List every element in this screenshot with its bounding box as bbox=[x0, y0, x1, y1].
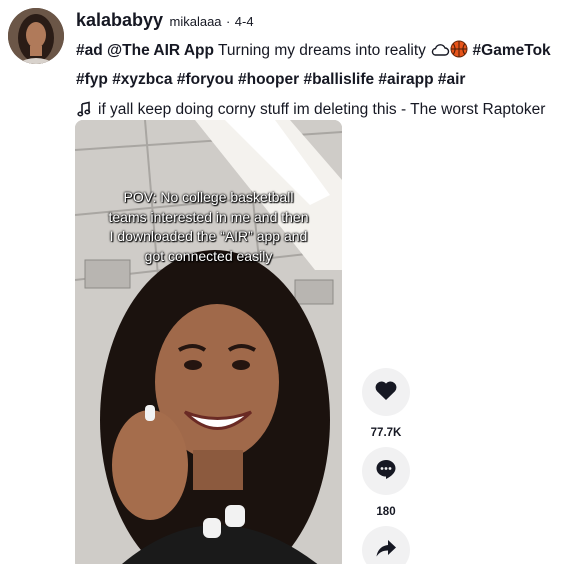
hashtag[interactable]: #airapp bbox=[378, 71, 433, 88]
share-button[interactable] bbox=[362, 526, 410, 564]
heart-icon bbox=[374, 379, 398, 406]
hashtag-gametok[interactable]: #GameTok bbox=[473, 42, 551, 59]
mention-air-app[interactable]: @The AIR App bbox=[107, 42, 214, 59]
share-action bbox=[361, 526, 411, 564]
music-title: if yall keep doing corny stuff im deleti… bbox=[98, 101, 546, 118]
comment-action: 180 bbox=[361, 447, 411, 520]
like-count: 77.7K bbox=[370, 427, 402, 439]
video-overlay-text: POV: No college basketball teams interes… bbox=[108, 189, 309, 264]
action-bar: 77.7K 180 bbox=[361, 368, 411, 564]
like-button[interactable] bbox=[362, 368, 410, 416]
hashtag[interactable]: #hooper bbox=[238, 71, 299, 88]
comment-button[interactable] bbox=[362, 447, 410, 495]
nickname[interactable]: mikalaaa bbox=[170, 14, 222, 29]
hashtag[interactable]: #fyp bbox=[76, 71, 108, 88]
hashtag[interactable]: #foryou bbox=[177, 71, 234, 88]
avatar-image bbox=[8, 8, 64, 64]
video-frame bbox=[75, 120, 342, 564]
author-line: kalababyy mikalaaa · 4-4 bbox=[76, 8, 564, 32]
separator: · bbox=[226, 14, 231, 29]
hashtag-ad[interactable]: #ad bbox=[76, 42, 103, 59]
hashtag[interactable]: #air bbox=[438, 71, 466, 88]
post-date: 4-4 bbox=[234, 14, 254, 29]
cloud-icon bbox=[430, 41, 450, 67]
avatar[interactable] bbox=[8, 8, 64, 64]
video-player[interactable]: POV: No college basketball teams interes… bbox=[75, 120, 342, 564]
share-icon bbox=[375, 538, 397, 563]
like-action: 77.7K bbox=[361, 368, 411, 441]
username[interactable]: kalababyy bbox=[76, 10, 163, 30]
comment-count: 180 bbox=[376, 506, 396, 518]
caption: #ad @The AIR App Turning my dreams into … bbox=[76, 38, 564, 93]
tiktok-post: kalababyy mikalaaa · 4-4 #ad @The AIR Ap… bbox=[0, 0, 570, 564]
hashtag[interactable]: #xyzbca bbox=[112, 71, 172, 88]
post-header: kalababyy mikalaaa · 4-4 #ad @The AIR Ap… bbox=[76, 8, 564, 124]
comment-icon bbox=[374, 457, 398, 486]
caption-text: Turning my dreams into reality bbox=[218, 42, 426, 59]
hashtag[interactable]: #ballislife bbox=[303, 71, 374, 88]
basketball-icon bbox=[450, 40, 468, 67]
